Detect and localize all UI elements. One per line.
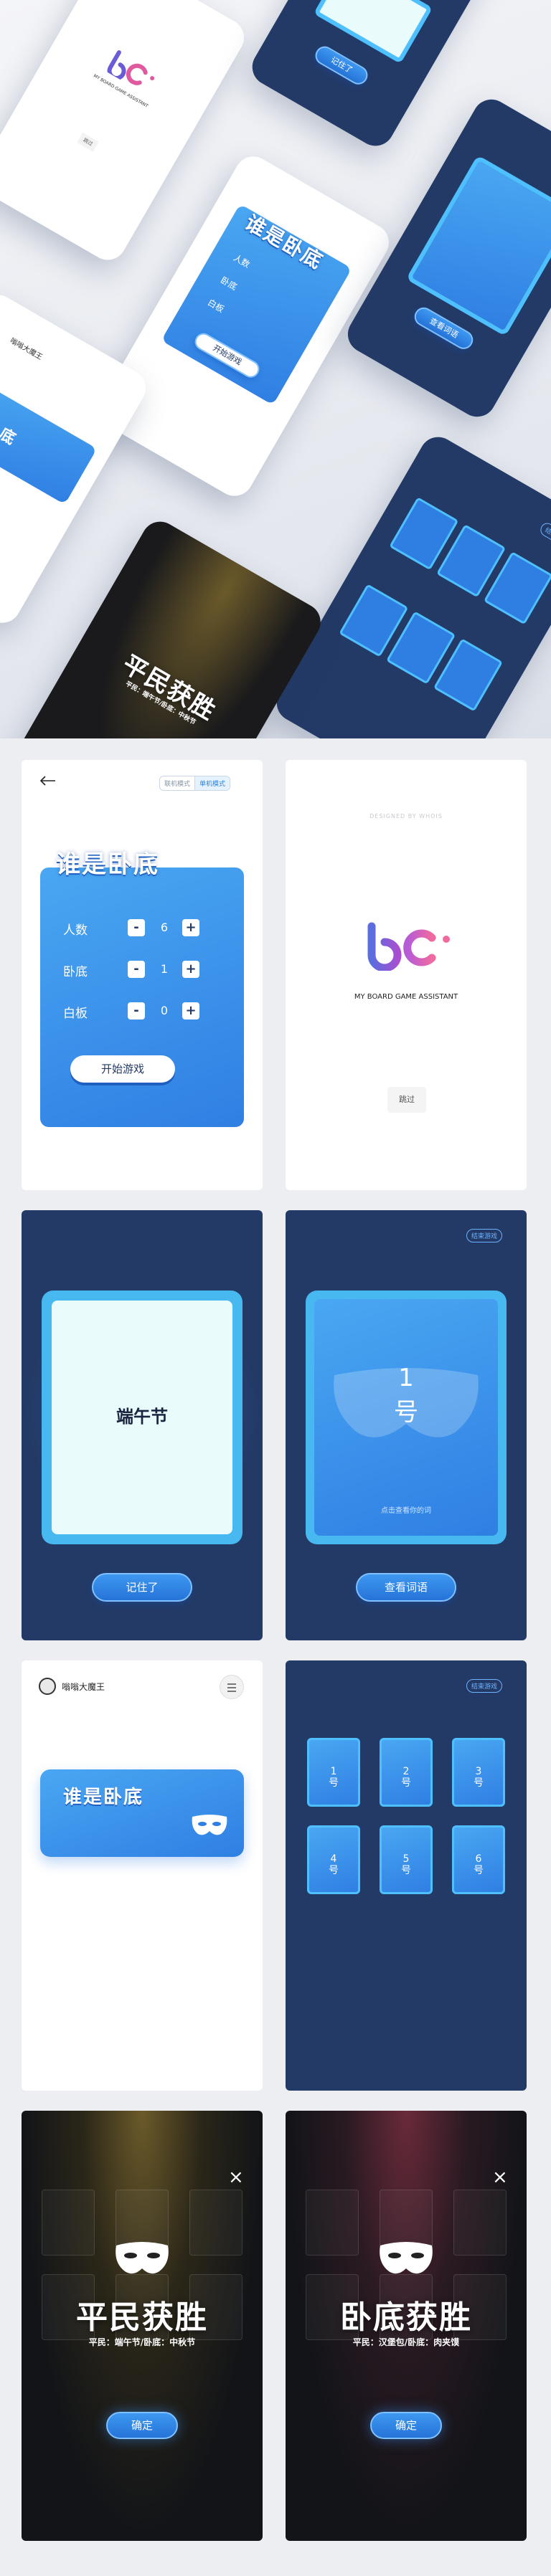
civilian-win-screen: × 平民获胜 平民：端午节/卧底：中秋节 确定 <box>22 2111 263 2541</box>
result-title: 平民获胜 <box>76 2299 208 2336</box>
reveal-word-screen: 端午节 记住了 <box>22 1210 263 1640</box>
tile-number: 5 <box>402 1853 410 1865</box>
logo-icon <box>367 922 450 971</box>
skip-button[interactable]: 跳过 <box>387 1087 426 1113</box>
tile-unit: 号 <box>401 1777 411 1789</box>
card-hint: 点击查看你的词 <box>381 1507 431 1515</box>
close-icon[interactable]: × <box>492 2168 508 2187</box>
tile-unit: 号 <box>474 1777 484 1789</box>
tile-number: 3 <box>475 1766 482 1777</box>
view-word-button[interactable]: 查看词语 <box>356 1573 456 1602</box>
result-detail: 平民：端午节/卧底：中秋节 <box>88 2337 196 2347</box>
result-detail: 平民：汉堡包/卧底：肉夹馍 <box>352 2337 460 2347</box>
tile-number: 2 <box>402 1766 410 1777</box>
tab-online-mode[interactable]: 联机模式 <box>160 776 194 790</box>
row-label-spies: 卧底 <box>63 965 88 979</box>
game-title: 谁是卧底 <box>56 850 159 879</box>
player-tile[interactable]: 6号 <box>452 1825 505 1894</box>
word-card: 端午节 <box>42 1291 242 1544</box>
mask-icon <box>380 2242 433 2274</box>
hero-collage: MY BOARD GAME ASSISTANT 跳过 记住了 谁是卧底 人数 卧… <box>0 0 551 738</box>
player-tile[interactable]: 5号 <box>380 1825 433 1894</box>
menu-icon[interactable] <box>220 1675 244 1699</box>
card-number: 1 <box>398 1364 414 1392</box>
players-minus-button[interactable]: - <box>128 919 145 936</box>
mode-tabs: 联机模式 单机模式 <box>159 776 231 791</box>
settings-screen: 联机模式 单机模式 谁是卧底 人数 - 6 + 卧底 - 1 + 白板 - 0 … <box>22 760 263 1190</box>
players-value: 6 <box>160 921 169 934</box>
players-plus-button[interactable]: + <box>182 919 199 936</box>
blanks-minus-button[interactable]: - <box>128 1002 145 1020</box>
player-grid-screen: 结束游戏 1号 2号 3号 4号 5号 6号 <box>286 1660 527 2091</box>
arrow-left-icon[interactable] <box>40 776 56 786</box>
tab-single-mode[interactable]: 单机模式 <box>194 776 230 790</box>
hero-result-title: 平民获胜 <box>117 650 222 726</box>
secret-word: 端午节 <box>116 1407 168 1427</box>
end-game-button[interactable]: 结束游戏 <box>466 1679 503 1693</box>
designed-by: DESIGNED BY WHOIS <box>369 813 443 819</box>
card-back-screen: 结束游戏 1 号 点击查看你的词 查看词语 <box>286 1210 527 1640</box>
tagline: MY BOARD GAME ASSISTANT <box>354 993 458 1001</box>
tile-number: 1 <box>330 1766 337 1777</box>
result-title: 卧底获胜 <box>340 2299 472 2336</box>
splash-screen: DESIGNED BY WHOIS MY BOARD GAME ASSISTAN… <box>286 760 527 1190</box>
tile-unit: 号 <box>401 1865 411 1876</box>
avatar-icon[interactable] <box>39 1678 56 1695</box>
end-game-button[interactable]: 结束游戏 <box>466 1229 503 1242</box>
hero-skip: 跳过 <box>77 132 99 152</box>
start-game-button[interactable]: 开始游戏 <box>70 1055 175 1083</box>
tile-unit: 号 <box>329 1777 339 1789</box>
row-label-blanks: 白板 <box>63 1007 88 1021</box>
close-icon[interactable]: × <box>228 2168 244 2187</box>
tile-unit: 号 <box>329 1865 339 1876</box>
blanks-plus-button[interactable]: + <box>182 1002 199 1020</box>
spy-win-screen: × 卧底获胜 平民：汉堡包/卧底：肉夹馍 确定 <box>286 2111 527 2541</box>
hero-end-game: 结束游戏 <box>537 521 551 551</box>
mask-icon <box>116 2242 169 2274</box>
remember-button[interactable]: 记住了 <box>92 1573 192 1602</box>
hero-username: 嗡嗡大魔王 <box>8 336 44 362</box>
spies-plus-button[interactable]: + <box>182 961 199 978</box>
tile-number: 4 <box>330 1853 337 1865</box>
lobby-screen: 嗡嗡大魔王 谁是卧底 <box>22 1660 263 2091</box>
player-tile[interactable]: 1号 <box>307 1738 360 1807</box>
banner-title: 谁是卧底 <box>63 1787 144 1808</box>
row-label-players: 人数 <box>63 923 88 938</box>
tile-unit: 号 <box>474 1865 484 1876</box>
username: 嗡嗡大魔王 <box>62 1682 105 1692</box>
blanks-value: 0 <box>160 1004 169 1017</box>
hero-grid-screen: 结束游戏 <box>270 430 551 738</box>
player-card[interactable]: 1 号 点击查看你的词 <box>306 1291 507 1544</box>
game-banner[interactable]: 谁是卧底 <box>40 1769 244 1857</box>
spies-minus-button[interactable]: - <box>128 961 145 978</box>
card-unit: 号 <box>394 1398 418 1427</box>
player-tile[interactable]: 3号 <box>452 1738 505 1807</box>
spies-value: 1 <box>160 962 169 976</box>
hero-remember-button: 记住了 <box>311 42 372 88</box>
player-tile[interactable]: 2号 <box>380 1738 433 1807</box>
player-tile[interactable]: 4号 <box>307 1825 360 1894</box>
tile-number: 6 <box>475 1853 482 1865</box>
mask-icon <box>192 1815 227 1835</box>
settings-card <box>40 868 244 1127</box>
confirm-button[interactable]: 确定 <box>370 2412 442 2439</box>
confirm-button[interactable]: 确定 <box>106 2412 178 2439</box>
